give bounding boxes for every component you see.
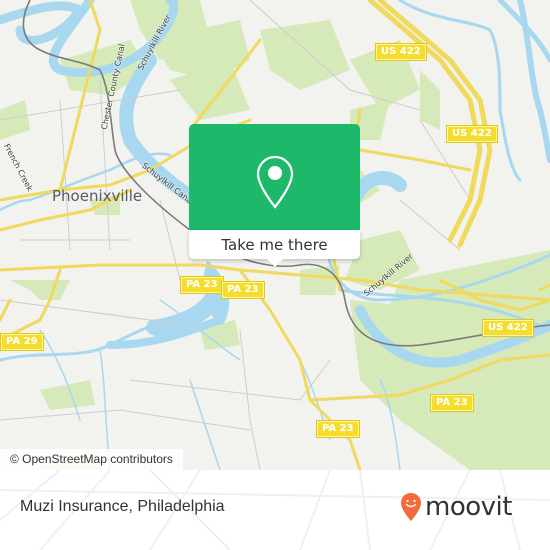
moovit-pin-icon [401, 493, 421, 521]
map-pin-icon [256, 155, 294, 209]
moovit-logo-text: moovit [425, 492, 512, 522]
road-shield-pa29: PA 29 [0, 333, 44, 351]
place-label-phoenixville: Phoenixville [52, 187, 143, 205]
road-shield-pa23: PA 23 [180, 276, 224, 294]
road-shield-pa23: PA 23 [221, 281, 265, 299]
road-shield-pa23: PA 23 [316, 420, 360, 438]
road-shield-us422: US 422 [482, 319, 534, 337]
take-me-there-button[interactable]: Take me there [189, 236, 360, 254]
location-title: Muzi Insurance, Philadelphia [20, 498, 225, 515]
map-canvas[interactable]: Phoenixville Chester County Canal Schuyl… [0, 0, 550, 470]
road-shield-us422: US 422 [375, 43, 427, 61]
map-attribution[interactable]: © OpenStreetMap contributors [0, 449, 183, 470]
destination-popup: Take me there [189, 124, 360, 267]
popup-pointer [266, 258, 284, 267]
moovit-logo[interactable]: moovit [400, 492, 512, 522]
footer-bar: Muzi Insurance, Philadelphia moovit [0, 470, 550, 550]
road-shield-pa23: PA 23 [430, 394, 474, 412]
road-shield-us422: US 422 [446, 125, 498, 143]
